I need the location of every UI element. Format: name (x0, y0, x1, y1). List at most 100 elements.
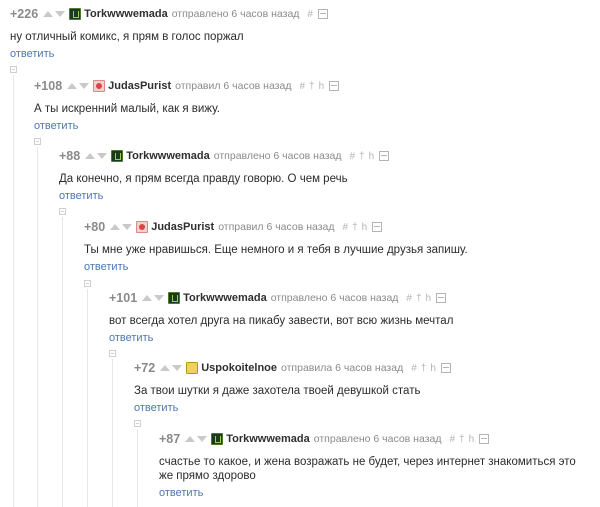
pin-icon[interactable]: † (352, 222, 358, 233)
downvote-icon[interactable] (97, 153, 108, 159)
comment: +87 Torkwwwemada отправлено 6 часов наза… (159, 431, 594, 501)
collapse-toggle[interactable] (109, 350, 116, 357)
comment-rating: +88 (59, 149, 81, 163)
save-icon[interactable] (379, 151, 390, 161)
comment-timestamp: отправила 6 часов назад (281, 362, 404, 374)
save-icon[interactable] (436, 293, 447, 303)
reply-link[interactable]: ответить (34, 120, 78, 132)
reply-link[interactable]: ответить (59, 190, 103, 202)
history-icon[interactable]: h (426, 293, 432, 304)
comment: +80 JudasPurist отправил 6 часов назад #… (84, 219, 594, 275)
comment-rating: +226 (10, 7, 39, 21)
history-icon[interactable]: h (362, 222, 368, 233)
comment-text: вот всегда хотел друга на пикабу завести… (109, 315, 454, 327)
collapse-toggle[interactable] (84, 280, 91, 287)
comment-author[interactable]: JudasPurist (108, 80, 171, 92)
save-icon[interactable] (372, 222, 383, 232)
avatar[interactable] (93, 80, 106, 92)
comment-rating: +101 (109, 291, 138, 305)
upvote-icon[interactable] (142, 295, 153, 301)
comment-header: +226 Torkwwwemada отправлено 6 часов наз… (10, 6, 595, 22)
comment-timestamp: отправлено 6 часов назад (313, 433, 442, 445)
thread-line (13, 75, 14, 507)
thread-line (137, 429, 138, 507)
comment-author[interactable]: Torkwwwemada (226, 433, 310, 445)
history-icon[interactable]: h (369, 151, 375, 162)
upvote-icon[interactable] (160, 365, 171, 371)
comment-timestamp: отправил 6 часов назад (175, 80, 292, 92)
upvote-icon[interactable] (85, 153, 96, 159)
comment-timestamp: отправлено 6 часов назад (270, 292, 399, 304)
upvote-icon[interactable] (67, 83, 78, 89)
thread-line (87, 289, 88, 507)
link-icon[interactable]: # (406, 293, 412, 304)
link-icon[interactable]: # (307, 9, 313, 20)
downvote-icon[interactable] (172, 365, 183, 371)
comment-text: За твои шутки я даже захотела твоей деву… (134, 385, 421, 397)
downvote-icon[interactable] (55, 11, 66, 17)
comment-header: +108 JudasPurist отправил 6 часов назад … (34, 78, 594, 94)
upvote-icon[interactable] (110, 224, 121, 230)
pin-icon[interactable]: † (359, 151, 365, 162)
avatar[interactable] (136, 221, 149, 233)
pin-icon[interactable]: † (459, 434, 465, 445)
reply-link[interactable]: ответить (109, 332, 153, 344)
comment-rating: +72 (134, 361, 156, 375)
link-icon[interactable]: # (349, 151, 355, 162)
avatar[interactable] (211, 433, 224, 445)
comment: +226 Torkwwwemada отправлено 6 часов наз… (10, 6, 595, 62)
pin-icon[interactable]: † (416, 293, 422, 304)
reply-link[interactable]: ответить (134, 402, 178, 414)
reply-link[interactable]: ответить (84, 261, 128, 273)
history-icon[interactable]: h (430, 363, 436, 374)
pin-icon[interactable]: † (421, 363, 427, 374)
collapse-toggle[interactable] (34, 138, 41, 145)
comment: +101 Torkwwwemada отправлено 6 часов наз… (109, 290, 594, 346)
comment-author[interactable]: Torkwwwemada (183, 292, 267, 304)
comment-timestamp: отправлено 6 часов назад (213, 150, 342, 162)
comment-text: счастье то какое, и жена возражать не бу… (159, 456, 576, 482)
comment-text: ну отличный комикс, я прям в голос поржа… (10, 31, 244, 43)
link-icon[interactable]: # (343, 222, 349, 233)
downvote-icon[interactable] (197, 436, 208, 442)
comment-timestamp: отправлено 6 часов назад (171, 8, 300, 20)
comment-timestamp: отправил 6 часов назад (218, 221, 335, 233)
link-icon[interactable]: # (299, 81, 305, 92)
reply-link[interactable]: ответить (159, 487, 203, 499)
thread-line (37, 147, 38, 507)
save-icon[interactable] (440, 363, 451, 373)
link-icon[interactable]: # (449, 434, 455, 445)
comment-rating: +80 (84, 220, 106, 234)
collapse-toggle[interactable] (59, 208, 66, 215)
comment-text: Да конечно, я прям всегда правду говорю.… (59, 173, 348, 185)
upvote-icon[interactable] (185, 436, 196, 442)
avatar[interactable] (111, 150, 124, 162)
downvote-icon[interactable] (79, 83, 90, 89)
comment-author[interactable]: Uspokoitelnoe (201, 362, 277, 374)
save-icon[interactable] (329, 81, 340, 91)
comment-header: +80 JudasPurist отправил 6 часов назад #… (84, 219, 594, 235)
save-icon[interactable] (479, 434, 490, 444)
collapse-toggle[interactable] (134, 420, 141, 427)
comment-author[interactable]: JudasPurist (151, 221, 214, 233)
comment-author[interactable]: Torkwwwemada (84, 8, 168, 20)
comment-header: +88 Torkwwwemada отправлено 6 часов наза… (59, 148, 594, 164)
comment: +72 Uspokoitelnoe отправила 6 часов наза… (134, 360, 594, 416)
avatar[interactable] (168, 292, 181, 304)
save-icon[interactable] (317, 9, 328, 19)
avatar[interactable] (186, 362, 199, 374)
downvote-icon[interactable] (122, 224, 133, 230)
reply-link[interactable]: ответить (10, 48, 54, 60)
link-icon[interactable]: # (411, 363, 417, 374)
pin-icon[interactable]: † (309, 81, 315, 92)
comment-header: +72 Uspokoitelnoe отправила 6 часов наза… (134, 360, 594, 376)
history-icon[interactable]: h (319, 81, 325, 92)
history-icon[interactable]: h (469, 434, 475, 445)
avatar[interactable] (69, 8, 82, 20)
collapse-toggle[interactable] (10, 66, 17, 73)
comment-author[interactable]: Torkwwwemada (126, 150, 210, 162)
upvote-icon[interactable] (43, 11, 54, 17)
comment-header: +87 Torkwwwemada отправлено 6 часов наза… (159, 431, 594, 447)
downvote-icon[interactable] (154, 295, 165, 301)
thread-line (62, 217, 63, 507)
